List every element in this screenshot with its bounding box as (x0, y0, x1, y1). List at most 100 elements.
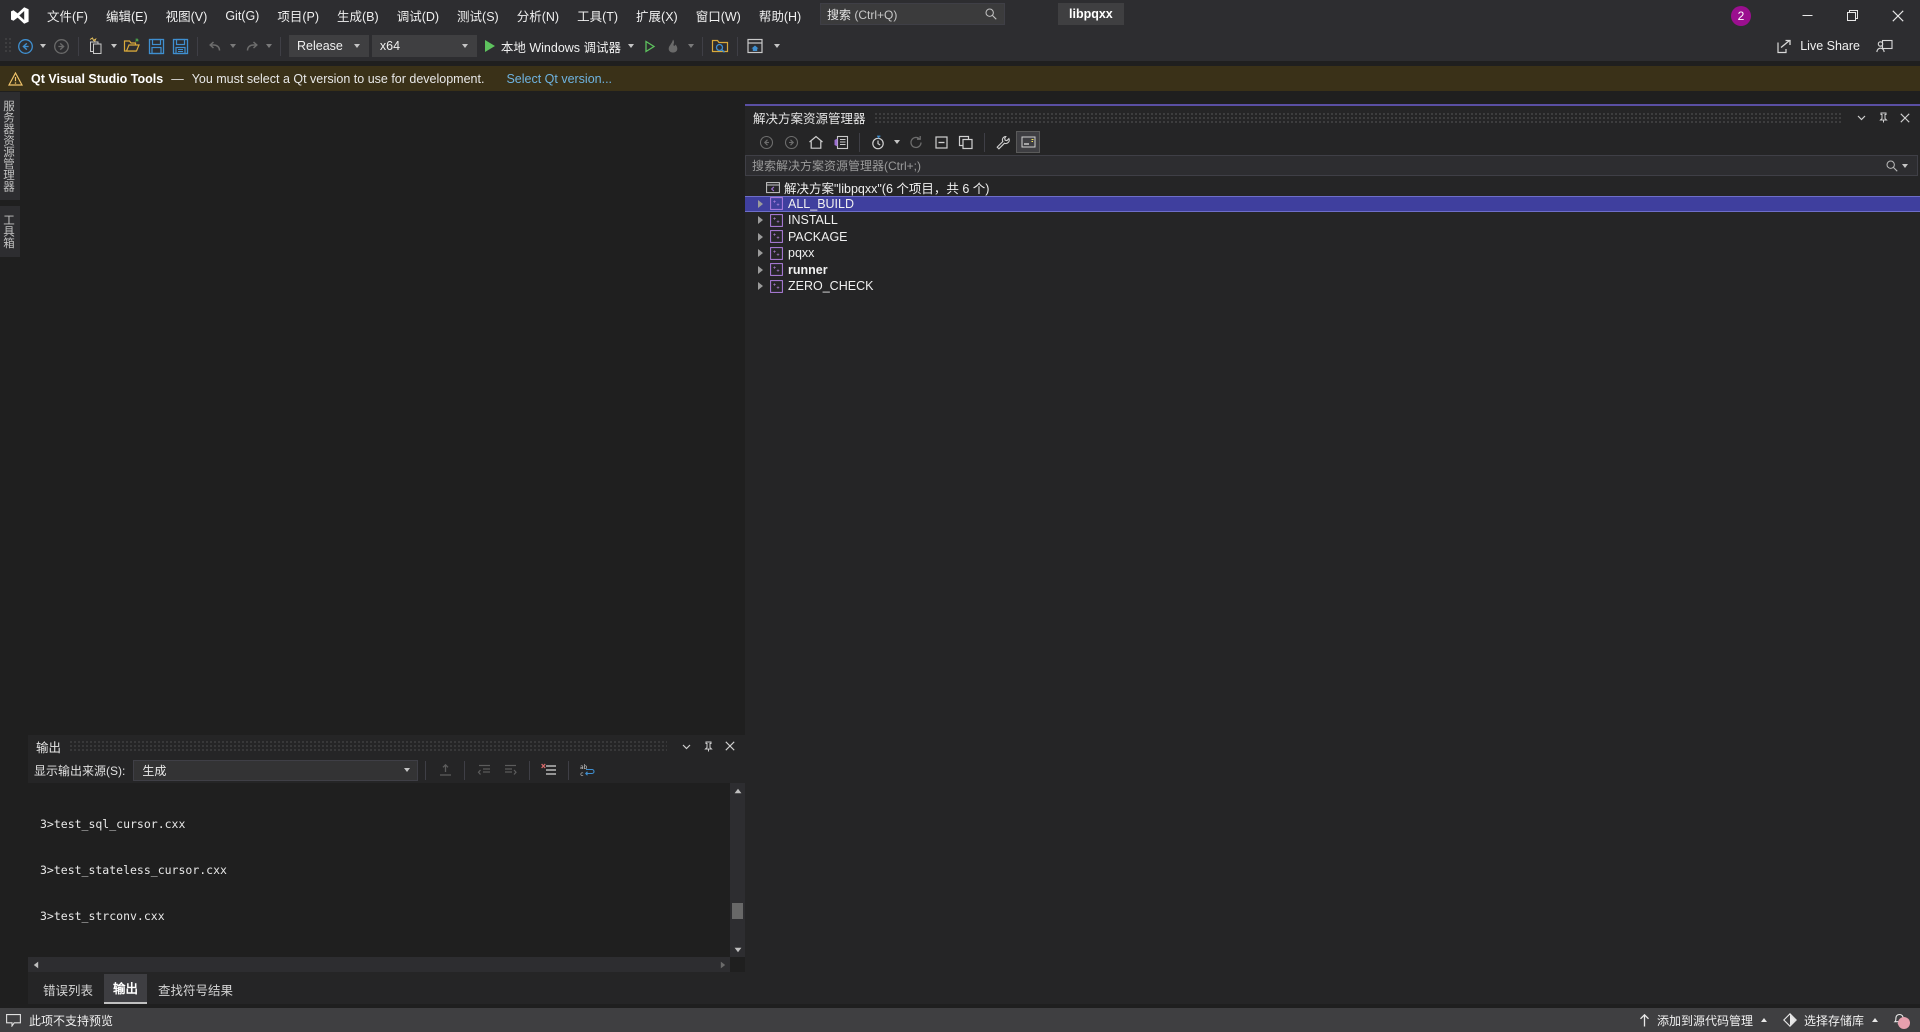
new-project-button[interactable] (84, 34, 108, 58)
scroll-down-icon[interactable] (730, 942, 745, 957)
menu-test[interactable]: 测试(S) (448, 0, 508, 31)
account-badge[interactable]: 2 (1731, 6, 1751, 26)
output-pin-button[interactable] (697, 735, 719, 757)
tree-item-package[interactable]: ++ PACKAGE (745, 229, 1920, 246)
save-button[interactable] (144, 34, 168, 58)
scroll-right-icon[interactable] (715, 957, 730, 972)
solution-platform-combo[interactable]: x64 (372, 35, 477, 57)
new-project-dropdown[interactable] (108, 35, 120, 57)
menu-git[interactable]: Git(G) (216, 0, 268, 31)
menu-tools[interactable]: 工具(T) (568, 0, 627, 31)
output-close-button[interactable] (719, 735, 741, 757)
redo-button[interactable] (239, 34, 263, 58)
navigate-forward-button[interactable] (49, 34, 73, 58)
redo-dropdown[interactable] (263, 35, 275, 57)
menu-help[interactable]: 帮助(H) (750, 0, 810, 31)
menu-debug[interactable]: 调试(D) (388, 0, 448, 31)
tree-item-pqxx[interactable]: ++ pqxx (745, 245, 1920, 262)
output-source-combo[interactable]: 生成 (133, 760, 418, 781)
se-refresh-icon[interactable] (904, 131, 928, 153)
toolbar-overflow-button[interactable] (771, 35, 783, 57)
se-search-dropdown[interactable] (1899, 155, 1911, 177)
expander-icon[interactable] (753, 282, 767, 290)
tab-error-list[interactable]: 错误列表 (34, 976, 102, 1004)
navigate-backward-button[interactable] (13, 34, 37, 58)
toolbar-grip[interactable] (4, 37, 13, 55)
find-message-icon[interactable] (433, 759, 457, 781)
start-without-debugging-button[interactable] (637, 34, 661, 58)
expander-icon[interactable] (753, 249, 767, 257)
tree-item-runner[interactable]: ++ runner (745, 262, 1920, 279)
tree-item-all-build[interactable]: ++ ALL_BUILD (745, 196, 1920, 213)
go-to-next-message-icon[interactable] (498, 759, 522, 781)
menu-window[interactable]: 窗口(W) (687, 0, 750, 31)
hot-reload-icon[interactable] (661, 34, 685, 58)
panel-close-button[interactable] (1894, 107, 1916, 129)
tree-root-solution[interactable]: 解决方案"libpqxx"(6 个项目，共 6 个) (745, 179, 1920, 196)
se-pending-changes-dropdown[interactable] (891, 131, 903, 153)
live-share-button[interactable]: Live Share (1777, 35, 1860, 57)
output-vertical-scrollbar[interactable] (730, 783, 745, 957)
se-collapse-all-icon[interactable] (929, 131, 953, 153)
vertical-scroll-thumb[interactable] (732, 903, 743, 919)
add-to-source-control-button[interactable]: 添加到源代码管理 (1631, 1008, 1775, 1032)
home-window-icon[interactable] (743, 34, 767, 58)
expander-icon[interactable] (753, 233, 767, 241)
expander-icon[interactable] (753, 216, 767, 224)
menu-file[interactable]: 文件(F) (38, 0, 97, 31)
menu-analyze[interactable]: 分析(N) (508, 0, 568, 31)
restore-button[interactable] (1830, 0, 1875, 31)
expander-icon[interactable] (753, 266, 767, 274)
clear-all-icon[interactable] (537, 759, 561, 781)
cpp-project-icon: ++ (767, 197, 786, 210)
toggle-word-wrap-icon[interactable]: abc (576, 759, 600, 781)
search-in-files-icon[interactable] (708, 34, 732, 58)
se-show-all-files-icon[interactable] (954, 131, 978, 153)
output-text-area[interactable]: 3>test_sql_cursor.cxx 3>test_stateless_c… (28, 783, 745, 972)
tab-output[interactable]: 输出 (104, 974, 147, 1004)
vtab-server-explorer[interactable]: 服务器资源管理器 (0, 92, 20, 200)
tree-item-install[interactable]: ++ INSTALL (745, 212, 1920, 229)
solution-explorer-search-input[interactable]: 搜索解决方案资源管理器(Ctrl+;) (745, 155, 1918, 176)
panel-menu-button[interactable] (1850, 107, 1872, 129)
tab-find-symbol-results[interactable]: 查找符号结果 (149, 976, 242, 1004)
vtab-toolbox[interactable]: 工具箱 (0, 206, 20, 257)
expander-icon[interactable] (753, 200, 767, 208)
se-properties-window-icon[interactable] (829, 131, 853, 153)
undo-button[interactable] (203, 34, 227, 58)
select-qt-version-link[interactable]: Select Qt version... (506, 72, 612, 86)
menu-edit[interactable]: 编辑(E) (97, 0, 157, 31)
scroll-left-icon[interactable] (28, 957, 43, 972)
menu-view[interactable]: 视图(V) (157, 0, 217, 31)
se-back-icon[interactable] (754, 131, 778, 153)
se-pending-changes-icon[interactable] (866, 131, 890, 153)
notifications-button[interactable] (1886, 1008, 1912, 1032)
select-repository-button[interactable]: 选择存储库 (1775, 1008, 1886, 1032)
close-button[interactable] (1875, 0, 1920, 31)
se-forward-icon[interactable] (779, 131, 803, 153)
se-preview-selected-items-icon[interactable] (1016, 131, 1040, 153)
scroll-up-icon[interactable] (730, 783, 745, 798)
start-debugging-dropdown[interactable] (625, 35, 637, 57)
output-menu-button[interactable] (675, 735, 697, 757)
open-file-button[interactable] (120, 34, 144, 58)
hot-reload-dropdown[interactable] (685, 35, 697, 57)
menu-project[interactable]: 项目(P) (268, 0, 328, 31)
navigate-backward-dropdown[interactable] (37, 35, 49, 57)
se-properties-icon[interactable] (991, 131, 1015, 153)
solution-configuration-combo[interactable]: Release (289, 35, 369, 57)
tree-item-zero-check[interactable]: ++ ZERO_CHECK (745, 278, 1920, 295)
se-home-icon[interactable] (804, 131, 828, 153)
save-all-button[interactable] (168, 34, 192, 58)
minimize-button[interactable] (1785, 0, 1830, 31)
project-chip[interactable]: libpqxx (1058, 3, 1124, 25)
menu-extensions[interactable]: 扩展(X) (627, 0, 687, 31)
menu-build[interactable]: 生成(B) (328, 0, 388, 31)
output-horizontal-scrollbar[interactable] (28, 957, 730, 972)
undo-dropdown[interactable] (227, 35, 239, 57)
search-input[interactable]: 搜索 (Ctrl+Q) (820, 3, 1005, 25)
start-debugging-button[interactable]: 本地 Windows 调试器 (481, 34, 625, 58)
go-to-previous-message-icon[interactable] (472, 759, 496, 781)
live-share-account-icon[interactable] (1872, 34, 1896, 58)
panel-pin-button[interactable] (1872, 107, 1894, 129)
